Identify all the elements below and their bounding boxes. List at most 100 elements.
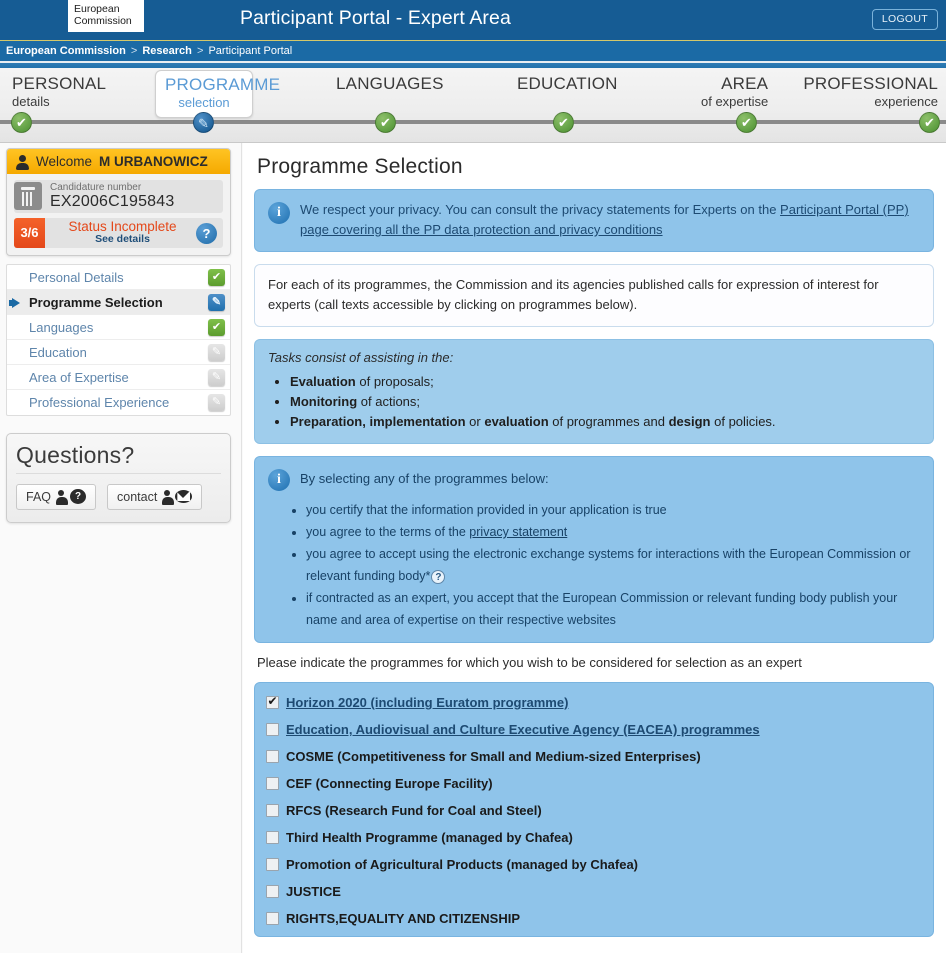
see-details-link[interactable]: See details (49, 233, 196, 246)
sidebar-item-programme-selection[interactable]: Programme Selection (7, 290, 230, 315)
step-professional-experience-subtitle: experience (874, 94, 938, 109)
programme-checkbox[interactable] (266, 831, 279, 844)
programme-option-cosme[interactable]: COSME (Competitiveness for Small and Med… (266, 749, 920, 764)
programme-option-third-health[interactable]: Third Health Programme (managed by Chafe… (266, 830, 920, 845)
welcome-bar[interactable]: Welcome M URBANOWICZ (7, 149, 230, 174)
sidebar-item-label: Personal Details (29, 269, 124, 285)
programme-label: Third Health Programme (managed by Chafe… (286, 830, 573, 845)
step-personal-details-status-icon (11, 112, 32, 133)
task-item: Evaluation of proposals; (290, 372, 920, 392)
programme-label[interactable]: Horizon 2020 (including Euratom programm… (286, 695, 568, 710)
person-question-icon: ? (56, 489, 87, 505)
step-personal-details[interactable]: PERSONAL details (12, 74, 106, 110)
privacy-notice-prefix: We respect your privacy. You can consult… (300, 202, 781, 217)
programme-checkbox[interactable] (266, 694, 279, 709)
step-programme-selection-subtitle: selection (178, 95, 230, 110)
task-keyword: Monitoring (290, 394, 358, 409)
candidature-number: EX2006C195843 (50, 193, 175, 210)
status-help-icon[interactable]: ? (196, 222, 217, 244)
sidebar-item-label: Programme Selection (29, 294, 163, 310)
id-card-icon (14, 182, 42, 210)
programme-option-eacea[interactable]: Education, Audiovisual and Culture Execu… (266, 722, 920, 737)
task-rest: of actions; (357, 394, 421, 409)
step-professional-experience[interactable]: PROFESSIONAL experience (803, 74, 938, 110)
breadcrumb-item-research[interactable]: Research (142, 45, 192, 57)
programme-label[interactable]: Education, Audiovisual and Culture Execu… (286, 722, 760, 737)
programme-checkbox[interactable] (266, 885, 279, 898)
programme-label: JUSTICE (286, 884, 341, 899)
welcome-prefix: Welcome (36, 154, 93, 169)
programme-checkbox[interactable] (266, 750, 279, 763)
privacy-statement-link[interactable]: privacy statement (469, 525, 567, 539)
pencil-icon (208, 293, 225, 311)
programme-option-justice[interactable]: JUSTICE (266, 884, 920, 899)
faq-button[interactable]: FAQ ? (16, 484, 97, 510)
certification-heading: By selecting any of the programmes below… (300, 471, 549, 486)
programme-checkbox[interactable] (266, 723, 279, 736)
questions-title: Questions? (16, 442, 221, 474)
programme-option-cef[interactable]: CEF (Connecting Europe Facility) (266, 776, 920, 791)
contact-button[interactable]: contact (107, 484, 203, 510)
step-programme-selection-title: PROGRAMME (165, 75, 281, 94)
sidebar-item-personal-details[interactable]: Personal Details (7, 265, 230, 290)
sidebar-item-languages[interactable]: Languages (7, 315, 230, 340)
programme-option-rights-equality-citizenship[interactable]: RIGHTS,EQUALITY AND CITIZENSHIP (266, 911, 920, 926)
programme-label: CEF (Connecting Europe Facility) (286, 776, 493, 791)
programme-label: Promotion of Agricultural Products (mana… (286, 857, 638, 872)
pencil-icon (208, 394, 225, 411)
user-panel: Welcome M URBANOWICZ Candidature number … (6, 148, 231, 256)
sidebar-item-label: Education (29, 344, 87, 360)
intro-box: For each of its programmes, the Commissi… (254, 264, 934, 327)
logout-button[interactable]: LOGOUT (871, 9, 938, 30)
step-languages[interactable]: LANGUAGES (336, 74, 444, 94)
sidebar-item-area-of-expertise[interactable]: Area of Expertise (7, 365, 230, 390)
programme-checkbox[interactable] (266, 858, 279, 871)
breadcrumb-item-european-commission[interactable]: European Commission (6, 45, 126, 57)
privacy-notice-text: We respect your privacy. You can consult… (300, 200, 920, 240)
certification-item: you certify that the information provide… (306, 499, 920, 521)
task-tail: of policies. (710, 414, 776, 429)
european-commission-logo: European Commission (68, 0, 144, 32)
task-keyword: Preparation, implementation (290, 414, 466, 429)
step-education[interactable]: EDUCATION (517, 74, 618, 94)
app-header: European Commission Participant Portal -… (0, 0, 946, 41)
step-professional-experience-title: PROFESSIONAL (803, 74, 938, 93)
step-programme-selection[interactable]: PROGRAMME selection (155, 70, 281, 118)
candidature-label: Candidature number (50, 182, 142, 193)
step-languages-status-icon (375, 112, 396, 133)
help-icon[interactable]: ? (431, 569, 446, 584)
check-icon (208, 268, 225, 286)
contact-label: contact (117, 490, 158, 504)
programme-option-rfcs[interactable]: RFCS (Research Fund for Coal and Steel) (266, 803, 920, 818)
step-languages-title: LANGUAGES (336, 74, 444, 93)
user-icon (15, 154, 29, 170)
certification-list: you certify that the information provide… (268, 499, 920, 631)
sidebar-item-education[interactable]: Education (7, 340, 230, 365)
main-content: Programme Selection We respect your priv… (243, 143, 946, 953)
status-row: 3/6 Status Incomplete See details ? (14, 218, 223, 248)
certification-text: you agree to accept using the electronic… (306, 547, 911, 583)
certification-box: By selecting any of the programmes below… (254, 456, 934, 643)
programme-checkbox[interactable] (266, 777, 279, 790)
certification-text: you agree to the terms of the (306, 525, 470, 539)
programme-checkbox[interactable] (266, 912, 279, 925)
step-education-status-icon (553, 112, 574, 133)
task-item: Preparation, implementation or evaluatio… (290, 412, 920, 432)
programme-label: RIGHTS,EQUALITY AND CITIZENSHIP (286, 911, 521, 926)
step-area-of-expertise[interactable]: AREA of expertise (701, 74, 768, 110)
status-badge: Status Incomplete (68, 219, 177, 234)
breadcrumb-item-participant-portal[interactable]: Participant Portal (208, 45, 292, 57)
programme-option-agricultural-products[interactable]: Promotion of Agricultural Products (mana… (266, 857, 920, 872)
certification-text: if contracted as an expert, you accept t… (306, 591, 898, 627)
breadcrumb-separator-2: > (196, 45, 204, 57)
pencil-icon (208, 343, 225, 361)
programme-checkbox[interactable] (266, 804, 279, 817)
step-personal-details-title: PERSONAL (12, 74, 107, 93)
tasks-box: Tasks consist of assisting in the: Evalu… (254, 339, 934, 444)
info-icon (268, 202, 290, 224)
privacy-notice-box: We respect your privacy. You can consult… (254, 189, 934, 252)
programme-option-horizon-2020[interactable]: Horizon 2020 (including Euratom programm… (266, 694, 920, 710)
sidebar-item-professional-experience[interactable]: Professional Experience (7, 390, 230, 415)
step-area-of-expertise-title: AREA (721, 74, 769, 93)
candidature-row: Candidature number EX2006C195843 (14, 180, 223, 213)
